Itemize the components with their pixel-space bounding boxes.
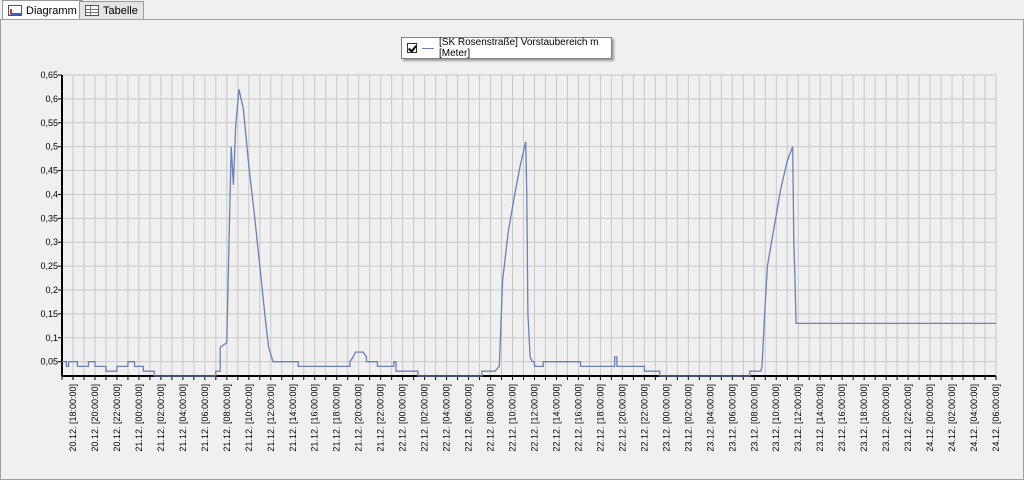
x-tick-label: 24.12. [02:00:00] xyxy=(947,384,957,452)
x-tick-label: 21.12. [14:00:00] xyxy=(288,384,298,452)
x-tick-label: 23.12. [00:00:00] xyxy=(661,384,671,452)
x-tick-label: 22.12. [04:00:00] xyxy=(442,384,452,452)
x-tick-label: 23.12. [14:00:00] xyxy=(815,384,825,452)
y-tick-label: 0,1 xyxy=(45,333,58,343)
x-tick-label: 21.12. [20:00:00] xyxy=(354,384,364,452)
legend-series-checkbox[interactable] xyxy=(407,43,417,53)
y-tick-label: 0,4 xyxy=(45,189,58,199)
x-tick-label: 23.12. [10:00:00] xyxy=(771,384,781,452)
y-tick-label: 0,65 xyxy=(40,70,58,80)
x-tick-label: 21.12. [00:00:00] xyxy=(134,384,144,452)
x-tick-label: 22.12. [08:00:00] xyxy=(486,384,496,452)
x-tick-label: 21.12. [02:00:00] xyxy=(156,384,166,452)
x-tick-label: 22.12. [00:00:00] xyxy=(398,384,408,452)
y-tick-label: 0,05 xyxy=(40,357,58,367)
y-tick-label: 0,6 xyxy=(45,94,58,104)
y-tick-label: 0,2 xyxy=(45,285,58,295)
x-tick-label: 23.12. [08:00:00] xyxy=(749,384,759,452)
x-tick-label: 23.12. [20:00:00] xyxy=(881,384,891,452)
x-tick-label: 23.12. [12:00:00] xyxy=(793,384,803,452)
y-tick-label: 0,3 xyxy=(45,237,58,247)
x-tick-label: 22.12. [14:00:00] xyxy=(551,384,561,452)
x-tick-label: 24.12. [04:00:00] xyxy=(969,384,979,452)
x-tick-label: 20.12. [20:00:00] xyxy=(90,384,100,452)
x-tick-label: 22.12. [20:00:00] xyxy=(617,384,627,452)
x-tick-label: 24.12. [00:00:00] xyxy=(925,384,935,452)
y-tick-label: 0,25 xyxy=(40,261,58,271)
x-tick-label: 21.12. [08:00:00] xyxy=(222,384,232,452)
x-tick-label: 21.12. [16:00:00] xyxy=(310,384,320,452)
x-tick-label: 23.12. [18:00:00] xyxy=(859,384,869,452)
y-tick-label: 0,35 xyxy=(40,213,58,223)
x-tick-label: 23.12. [06:00:00] xyxy=(727,384,737,452)
x-tick-label: 22.12. [22:00:00] xyxy=(639,384,649,452)
legend-series-swatch xyxy=(422,47,434,49)
x-tick-label: 22.12. [12:00:00] xyxy=(529,384,539,452)
x-tick-label: 21.12. [04:00:00] xyxy=(178,384,188,452)
y-tick-label: 0,55 xyxy=(40,118,58,128)
line-chart: 0,05 0,1 0,15 0,2 0,25 0,3 0,35 0,4 0,45 0,5 0,55 0… xyxy=(40,70,1001,452)
x-tick-label: 23.12. [04:00:00] xyxy=(705,384,715,452)
x-tick-label: 20.12. [22:00:00] xyxy=(112,384,122,452)
x-tick-label: 21.12. [22:00:00] xyxy=(376,384,386,452)
x-tick-label: 21.12. [18:00:00] xyxy=(332,384,342,452)
x-tick-label: 22.12. [02:00:00] xyxy=(420,384,430,452)
x-tick-label: 22.12. [10:00:00] xyxy=(508,384,518,452)
y-tick-label: 0,15 xyxy=(40,309,58,319)
x-tick-label: 20.12. [18:00:00] xyxy=(68,384,78,452)
x-tick-label: 22.12. [06:00:00] xyxy=(464,384,474,452)
x-tick-label: 22.12. [18:00:00] xyxy=(595,384,605,452)
x-tick-label: 23.12. [22:00:00] xyxy=(903,384,913,452)
y-tick-label: 0,5 xyxy=(45,142,58,152)
x-tick-label: 21.12. [06:00:00] xyxy=(200,384,210,452)
x-tick-label: 22.12. [16:00:00] xyxy=(573,384,583,452)
x-tick-label: 21.12. [10:00:00] xyxy=(244,384,254,452)
x-tick-label: 24.12. [06:00:00] xyxy=(991,384,1001,452)
chart-legend: [SK Rosenstraße] Vorstaubereich m [Meter… xyxy=(401,37,612,59)
legend-series-label: [SK Rosenstraße] Vorstaubereich m [Meter… xyxy=(439,37,599,59)
x-tick-label: 23.12. [16:00:00] xyxy=(837,384,847,452)
x-tick-label: 21.12. [12:00:00] xyxy=(266,384,276,452)
y-tick-label: 0,45 xyxy=(40,166,58,176)
x-tick-label: 23.12. [02:00:00] xyxy=(683,384,693,452)
